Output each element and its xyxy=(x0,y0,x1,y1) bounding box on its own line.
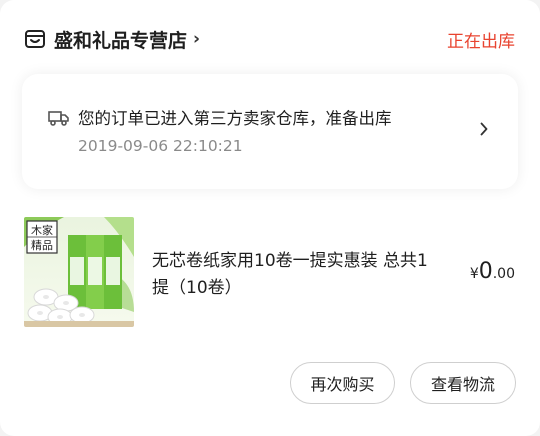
chevron-right-icon xyxy=(480,121,488,136)
product-title[interactable]: 无芯卷纸家用10卷一提实惠装 总共1提（10卷） xyxy=(152,248,442,302)
rebuy-button[interactable]: 再次购买 xyxy=(290,362,395,404)
brand-line-2: 精品 xyxy=(31,239,53,252)
brand-line-1: 木家 xyxy=(31,223,53,237)
logistics-summary[interactable]: 您的订单已进入第三方卖家仓库，准备出库 2019-09-06 22:10:21 xyxy=(22,74,518,189)
price-currency: ¥ xyxy=(469,266,479,282)
store-icon xyxy=(24,28,46,50)
order-status: 正在出库 xyxy=(447,32,515,52)
product-price: ¥0.00 xyxy=(470,259,515,284)
store-link[interactable]: 盛和礼品专营店 › xyxy=(24,22,200,56)
price-integer: 0 xyxy=(478,259,493,284)
product-image[interactable]: 木家 精品 xyxy=(24,217,134,327)
order-card: 盛和礼品专营店 › 正在出库 您的订单已进入第三方卖家仓库，准备出库 2019-… xyxy=(0,0,540,436)
chevron-right-icon: › xyxy=(193,29,201,49)
logistics-timestamp: 2019-09-06 22:10:21 xyxy=(78,137,243,155)
store-name: 盛和礼品专营店 xyxy=(54,29,188,52)
logistics-message: 您的订单已进入第三方卖家仓库，准备出库 xyxy=(78,109,392,128)
truck-icon xyxy=(48,110,70,126)
view-logistics-button[interactable]: 查看物流 xyxy=(410,362,516,404)
price-decimal: .00 xyxy=(492,266,515,282)
